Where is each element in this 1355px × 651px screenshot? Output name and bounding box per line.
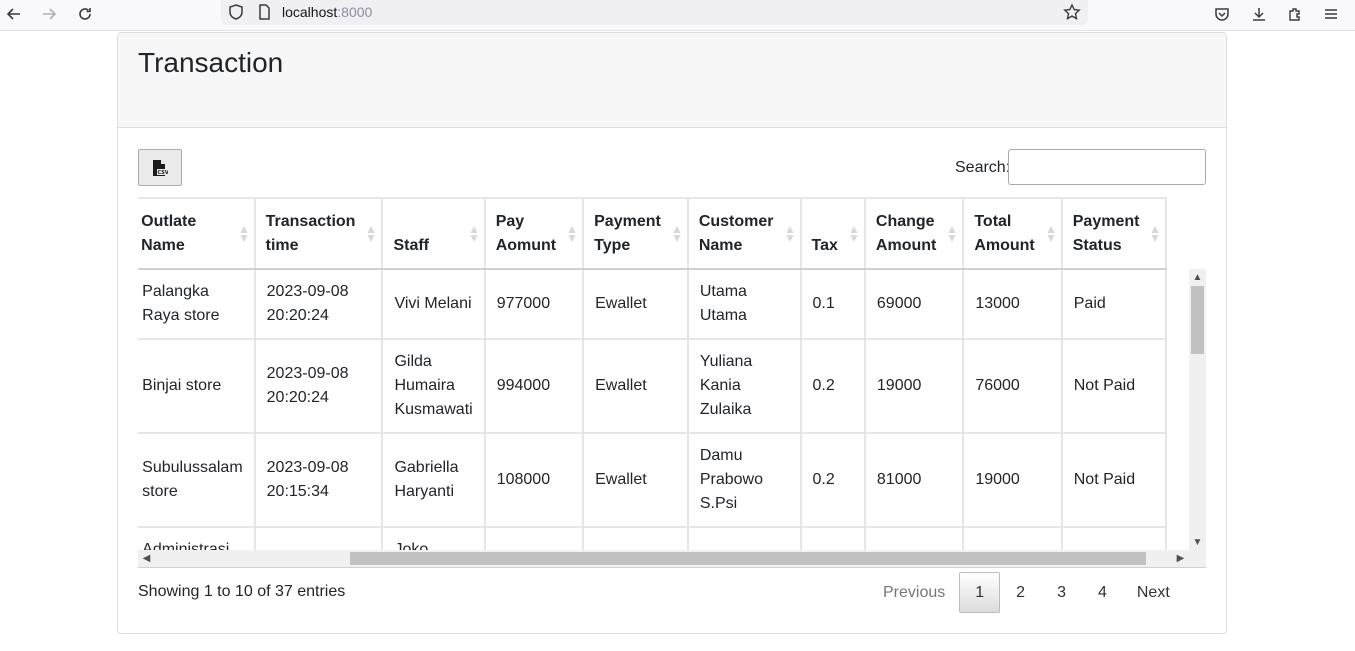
table-cell: Damu Prabowo S.Psi: [687, 433, 802, 528]
table-row[interactable]: yanto Subulussalam store 2023-09-08 20:1…: [138, 433, 1168, 528]
bookmark-star-icon[interactable]: [1063, 3, 1081, 21]
table-cell: 977000: [484, 269, 585, 340]
table-cell: Yuliana Kania Zulaika: [687, 339, 802, 434]
horizontal-scrollbar[interactable]: ◀ ▶: [138, 550, 1206, 567]
table-cell: 81000: [864, 433, 965, 528]
table-cell: Binjai store: [138, 339, 256, 434]
table-cell: Not Paid: [1061, 433, 1168, 528]
column-header-change-amount[interactable]: Change Amount: [864, 197, 965, 270]
column-header-outlet-name[interactable]: Outlate Name: [138, 197, 256, 270]
table-viewport[interactable]: Outlate Name Transaction time Staff Pay …: [138, 197, 1206, 567]
menu-icon[interactable]: [1318, 3, 1344, 25]
sort-icon: [1047, 226, 1055, 242]
table-cell: 108000: [484, 433, 585, 528]
page-icon[interactable]: [255, 3, 273, 21]
page-1-button[interactable]: 1: [959, 572, 1001, 613]
table-cell: 76000: [963, 339, 1063, 434]
csv-file-icon: CSV: [153, 159, 169, 176]
column-header-payment-status[interactable]: Payment Status: [1061, 197, 1168, 270]
browser-toolbar: localhost:8000: [0, 0, 1355, 31]
column-header-tax[interactable]: Tax: [800, 197, 866, 270]
table-cell: Paid: [1061, 269, 1168, 340]
scroll-up-icon[interactable]: ▲: [1189, 269, 1206, 286]
table-header-row: Outlate Name Transaction time Staff Pay …: [138, 197, 1168, 270]
table-cell: 2023-09-08 20:20:24: [254, 339, 384, 434]
vertical-scroll-thumb[interactable]: [1191, 286, 1204, 354]
table-row[interactable]: mart Binjai store 2023-09-08 20:20:24 Gi…: [138, 339, 1168, 434]
table-cell: Vivi Melani: [382, 269, 486, 340]
table-cell: Not Paid: [1061, 339, 1168, 434]
table-row[interactable]: a Palangka Raya store 2023-09-08 20:20:2…: [138, 269, 1168, 340]
column-header-staff[interactable]: Staff: [382, 197, 486, 270]
sort-icon: [240, 226, 248, 242]
table-cell: 19000: [864, 339, 965, 434]
table-cell: 13000: [963, 269, 1063, 340]
table-cell: Gabriella Haryanti: [382, 433, 486, 528]
page-title: Transaction: [138, 47, 284, 78]
transaction-card: Transaction CSV Search: Outlate Name Tra…: [117, 32, 1227, 634]
forward-icon[interactable]: [36, 3, 62, 25]
horizontal-scroll-thumb[interactable]: [350, 552, 1146, 565]
address-bar[interactable]: localhost:8000: [221, 0, 1088, 25]
card-header: Transaction: [118, 33, 1226, 128]
column-header-customer-name[interactable]: Customer Name: [687, 197, 802, 270]
table-cell: Ewallet: [583, 433, 689, 528]
next-page-button[interactable]: Next: [1123, 572, 1184, 613]
column-header-payment-type[interactable]: Payment Type: [583, 197, 689, 270]
table-cell: 69000: [864, 269, 965, 340]
sort-icon: [673, 226, 681, 242]
column-header-total-amount[interactable]: Total Amount: [963, 197, 1063, 270]
reload-icon[interactable]: [72, 3, 98, 25]
pagination: Previous 1 2 3 4 Next: [869, 572, 1184, 613]
export-csv-button[interactable]: CSV: [138, 149, 182, 186]
scroll-down-icon[interactable]: ▼: [1189, 534, 1206, 551]
search-label: Search:: [955, 159, 1011, 176]
table-cell: 0.2: [800, 339, 866, 434]
table-cell: 2023-09-08 20:15:34: [254, 433, 384, 528]
table-cell: Subulussalam store: [138, 433, 256, 528]
sort-icon: [1151, 226, 1159, 242]
vertical-scrollbar[interactable]: ▲ ▼: [1189, 269, 1206, 551]
scroll-right-icon[interactable]: ▶: [1172, 550, 1189, 567]
column-header-pay-amount[interactable]: Pay Aomunt: [484, 197, 585, 270]
sort-icon: [367, 226, 375, 242]
entries-info: Showing 1 to 10 of 37 entries: [138, 583, 346, 600]
table-cell: Ewallet: [583, 269, 689, 340]
downloads-icon[interactable]: [1246, 3, 1272, 25]
table-cell: 2023-09-08 20:20:24: [254, 269, 384, 340]
pocket-icon[interactable]: [1209, 3, 1235, 25]
sort-icon: [568, 226, 576, 242]
table-cell: Utama Utama: [687, 269, 802, 340]
shield-icon[interactable]: [227, 3, 245, 21]
sort-icon: [850, 226, 858, 242]
table-cell: 0.2: [800, 433, 866, 528]
table-cell: Palangka Raya store: [138, 269, 256, 340]
scroll-left-icon[interactable]: ◀: [138, 550, 155, 567]
table-cell: 994000: [484, 339, 585, 434]
url-text[interactable]: localhost:8000: [282, 4, 372, 20]
page-2-button[interactable]: 2: [1000, 572, 1041, 613]
page-3-button[interactable]: 3: [1041, 572, 1082, 613]
back-icon[interactable]: [1, 3, 27, 25]
svg-text:CSV: CSV: [158, 170, 169, 176]
sort-icon: [470, 226, 478, 242]
search-input[interactable]: [1008, 149, 1206, 185]
column-header-transaction-time[interactable]: Transaction time: [254, 197, 384, 270]
transaction-table: Outlate Name Transaction time Staff Pay …: [138, 197, 1168, 567]
table-cell: 19000: [963, 433, 1063, 528]
previous-page-button[interactable]: Previous: [869, 572, 959, 613]
table-cell: Gilda Humaira Kusmawati: [382, 339, 486, 434]
table-cell: Ewallet: [583, 339, 689, 434]
table-cell: 0.1: [800, 269, 866, 340]
table-bottom-divider: [138, 567, 1206, 568]
extensions-icon[interactable]: [1282, 3, 1308, 25]
page-4-button[interactable]: 4: [1082, 572, 1123, 613]
sort-icon: [948, 226, 956, 242]
sort-icon: [786, 226, 794, 242]
